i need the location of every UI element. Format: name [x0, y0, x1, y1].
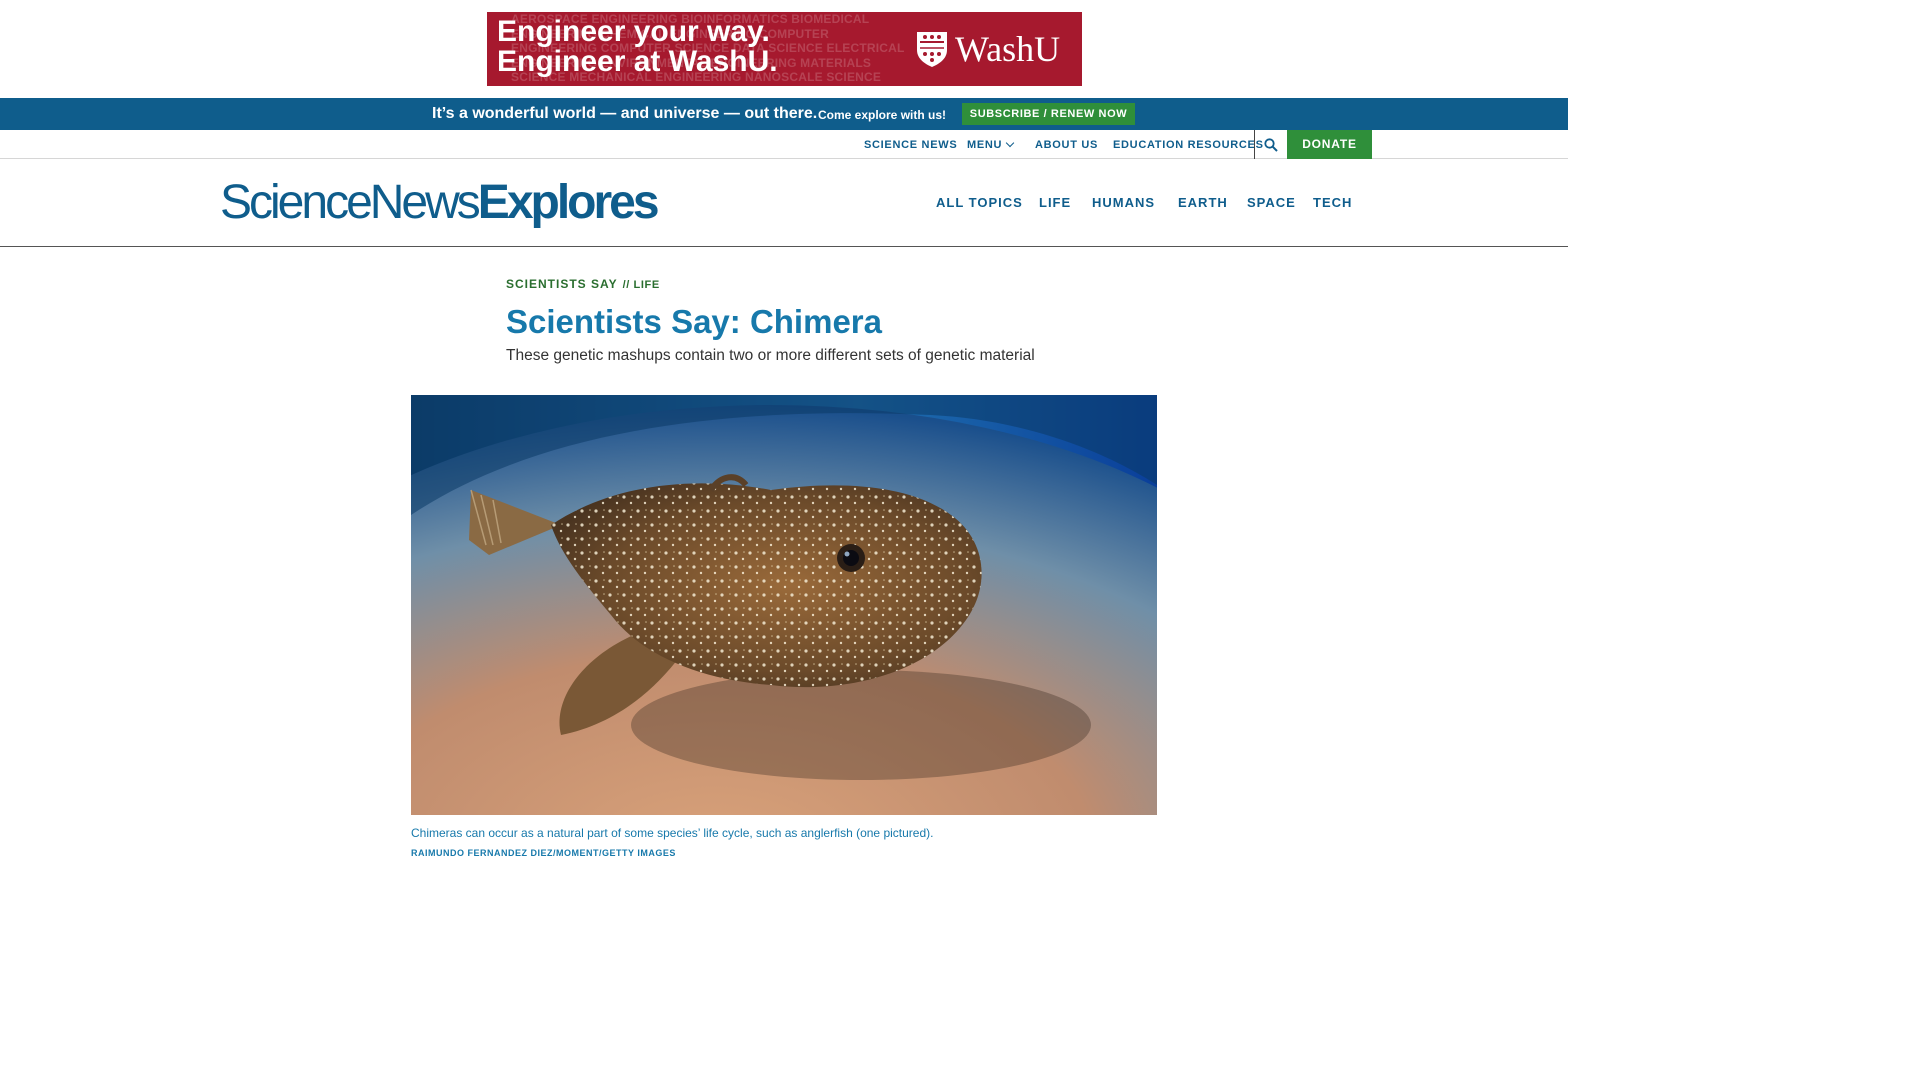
chevron-down-icon	[1005, 138, 1015, 148]
article-title: Scientists Say: Chimera	[506, 303, 882, 340]
nav-menu[interactable]: Menu	[967, 138, 1015, 152]
nav-science-news[interactable]: Science News	[864, 138, 957, 152]
topic-earth[interactable]: Earth	[1178, 195, 1228, 211]
site-logo[interactable]: ScienceNewsExplores	[220, 173, 660, 233]
subscribe-bar: It’s a wonderful world — and universe — …	[0, 98, 1568, 130]
kicker-series-link[interactable]: Scientists Say	[506, 277, 618, 291]
ad-headline-line2: Engineer at WashU.	[497, 45, 778, 78]
nav-menu-label: Menu	[967, 139, 1003, 151]
hero-image	[411, 395, 1157, 815]
shield-icon	[917, 32, 947, 67]
main-header: ScienceNewsExplores All Topics Life Huma…	[0, 159, 1568, 247]
article-kicker: Scientists Say // Life	[506, 276, 660, 293]
search-icon	[1264, 137, 1278, 152]
topic-space[interactable]: Space	[1247, 195, 1296, 211]
washu-logo: WashU	[915, 29, 1071, 69]
ad-banner-area: AEROSPACE ENGINEERING BIOINFORMATICS BIO…	[0, 0, 1568, 98]
nav-education-resources[interactable]: Education Resources	[1113, 138, 1264, 152]
nav-about-us[interactable]: About Us	[1035, 138, 1098, 152]
subscribe-tagline: It’s a wonderful world — and universe — …	[432, 105, 818, 122]
utility-nav: Science News Menu About Us Education Res…	[0, 130, 1568, 159]
ad-headline: Engineer your way. Engineer at WashU.	[497, 17, 778, 77]
search-button[interactable]	[1254, 130, 1287, 159]
subscribe-cta-text: Come explore with us!	[818, 108, 947, 122]
topic-life[interactable]: Life	[1039, 195, 1071, 211]
kicker-section-link[interactable]: // Life	[623, 279, 660, 291]
washu-ad[interactable]: AEROSPACE ENGINEERING BIOINFORMATICS BIO…	[487, 12, 1082, 86]
topic-tech[interactable]: Tech	[1313, 195, 1352, 211]
topic-humans[interactable]: Humans	[1092, 195, 1155, 211]
ad-headline-line1: Engineer your way.	[497, 15, 770, 48]
image-credit: Raimundo Fernandez Diez/Moment/Getty Ima…	[411, 848, 676, 858]
donate-button[interactable]: Donate	[1287, 130, 1372, 159]
logo-science-news: ScienceNews	[220, 176, 481, 229]
ad-brand-name: WashU	[955, 29, 1061, 69]
subscribe-button[interactable]: Subscribe / Renew Now	[962, 103, 1135, 125]
article-dek: These genetic mashups contain two or mor…	[506, 347, 1035, 364]
anglerfish-photo	[411, 395, 1157, 815]
image-caption: Chimeras can occur as a natural part of …	[411, 826, 934, 840]
logo-explores: Explores	[477, 176, 660, 229]
topic-all-topics[interactable]: All Topics	[936, 195, 1023, 211]
